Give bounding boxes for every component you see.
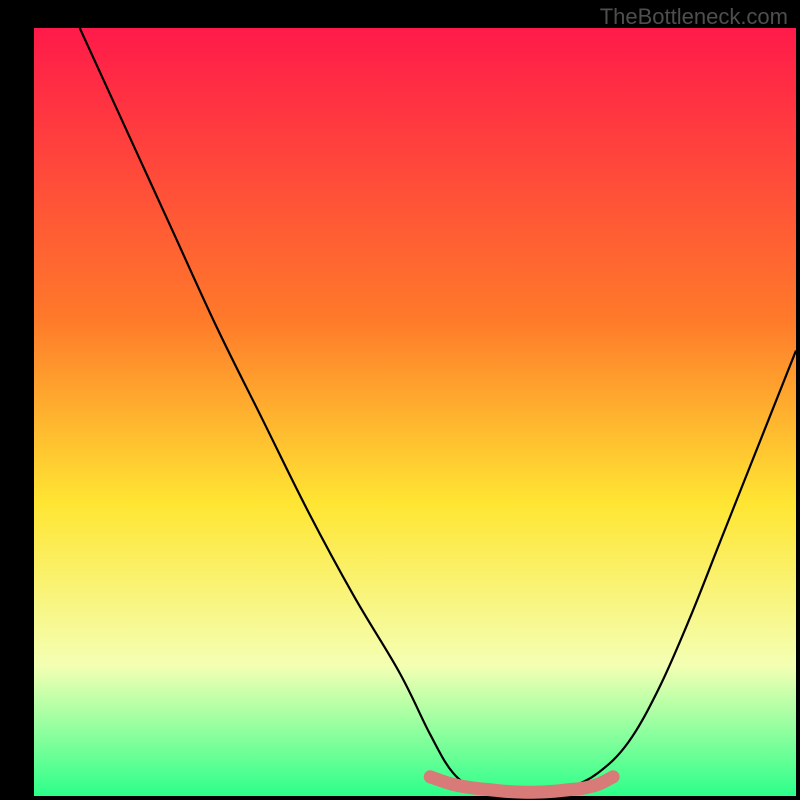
chart-frame: TheBottleneck.com — [0, 0, 800, 800]
plot-area — [34, 28, 796, 796]
watermark-text: TheBottleneck.com — [600, 4, 788, 30]
bottleneck-chart — [0, 0, 800, 800]
